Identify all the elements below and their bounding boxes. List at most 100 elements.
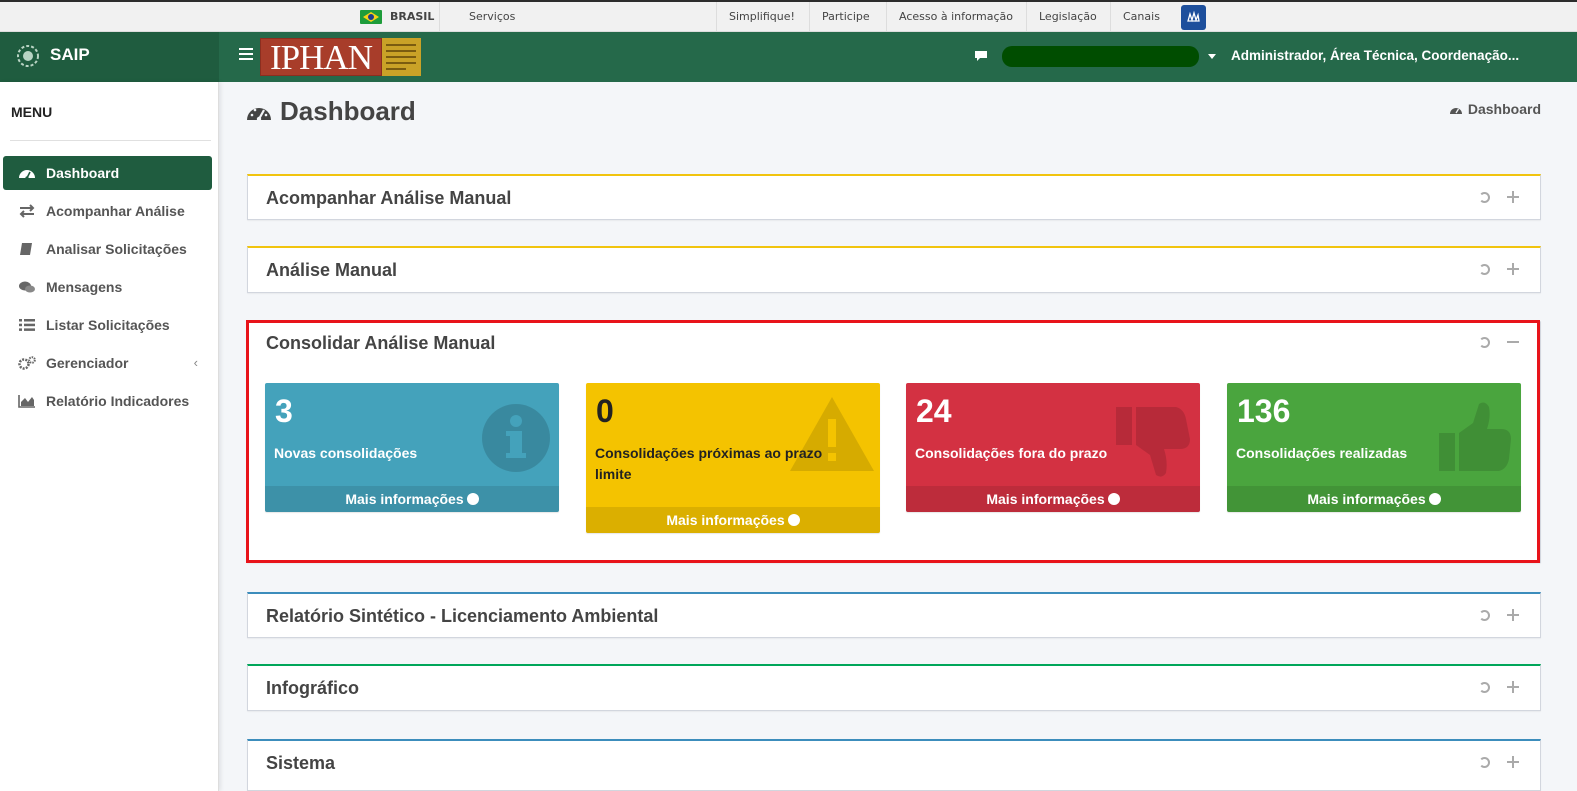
kpi-label: Consolidações fora do prazo	[915, 445, 1108, 461]
dashboard-icon	[1449, 108, 1462, 114]
box-acompanhar-analise-manual: Acompanhar Análise Manual	[247, 174, 1541, 220]
comments-icon	[19, 281, 35, 293]
legislacao-label: Legislação	[1039, 10, 1097, 23]
acesso-informacao-link[interactable]: Acesso à informação	[886, 2, 1025, 32]
kpi-label: Novas consolidações	[274, 445, 418, 461]
kpi-value: 24	[916, 393, 952, 429]
acesso-informacao-label: Acesso à informação	[899, 10, 1014, 23]
gov-bar: BRASIL Serviços Simplifique! Participe A…	[0, 0, 1577, 32]
simplifique-link[interactable]: Simplifique!	[716, 2, 807, 32]
sidebar-item-acompanhar-analise[interactable]: Acompanhar Análise	[3, 194, 212, 228]
expand-plus-icon[interactable]	[1506, 262, 1520, 276]
box-relatorio-sintetico: Relatório Sintético - Licenciamento Ambi…	[247, 592, 1541, 638]
chevron-left-icon: ‹	[193, 355, 198, 370]
expand-plus-icon[interactable]	[1506, 190, 1520, 204]
list-icon	[19, 319, 35, 331]
box-title: Relatório Sintético - Licenciamento Ambi…	[266, 606, 659, 626]
sidebar-item-label: Dashboard	[46, 165, 120, 181]
sidebar-item-label: Acompanhar Análise	[46, 203, 185, 219]
expand-plus-icon[interactable]	[1506, 608, 1520, 622]
more-info-label: Mais informações	[345, 491, 464, 507]
kpi-value: 3	[275, 393, 293, 429]
user-avatar-redacted[interactable]	[1002, 46, 1199, 67]
sidebar-item-label: Relatório Indicadores	[46, 393, 190, 409]
kpi-novas-consolidacoes: 3 Novas consolidações Mais informações	[265, 383, 559, 512]
box-title: Sistema	[266, 753, 336, 773]
vlibras-accessibility-icon[interactable]	[1181, 5, 1206, 30]
dashboard-icon	[19, 170, 35, 180]
simplifique-label: Simplifique!	[729, 10, 795, 23]
more-info-link[interactable]: Mais informações	[586, 507, 880, 533]
more-info-link[interactable]: Mais informações	[265, 486, 559, 512]
participe-label: Participe	[822, 10, 870, 23]
brasil-link[interactable]: BRASIL	[348, 2, 446, 32]
top-navbar: IPHAN Administrador, Área Técnica, Coord…	[219, 32, 1577, 82]
arrow-circle-right-icon	[787, 514, 800, 526]
box-analise-manual: Análise Manual	[247, 246, 1541, 293]
expand-plus-icon[interactable]	[1506, 680, 1520, 694]
kpi-proximas-prazo-limite: 0 Consolidações próximas ao prazo limite…	[586, 383, 880, 533]
kpi-value: 136	[1237, 393, 1291, 429]
box-title: Infográfico	[266, 678, 359, 698]
more-info-link[interactable]: Mais informações	[906, 486, 1200, 512]
kpi-label: Consolidações próximas ao prazo limite	[595, 445, 823, 482]
breadcrumb[interactable]: Dashboard	[1449, 101, 1541, 117]
box-infografico: Infográfico	[247, 664, 1541, 711]
breadcrumb-item: Dashboard	[1467, 101, 1541, 117]
cogs-icon	[18, 356, 36, 370]
kpi-label: Consolidações realizadas	[1236, 445, 1408, 461]
more-info-label: Mais informações	[1307, 491, 1426, 507]
sidebar-item-analisar-solicitacoes[interactable]: Analisar Solicitações	[3, 232, 212, 266]
box-title: Análise Manual	[266, 260, 398, 280]
legislacao-link[interactable]: Legislação	[1026, 2, 1109, 32]
sidebar-toggle-icon[interactable]	[239, 48, 253, 62]
arrow-circle-right-icon	[1107, 493, 1120, 505]
book-icon	[20, 243, 32, 255]
more-info-link[interactable]: Mais informações	[1227, 486, 1521, 512]
user-dropdown-caret-icon[interactable]	[1208, 54, 1216, 59]
menu-title: MENU	[11, 104, 53, 120]
canais-link[interactable]: Canais	[1110, 2, 1172, 32]
menu-divider	[10, 140, 211, 141]
messages-icon[interactable]	[974, 50, 988, 62]
exchange-icon	[19, 204, 35, 218]
sidebar-item-listar-solicitacoes[interactable]: Listar Solicitações	[3, 308, 212, 342]
area-chart-icon	[18, 395, 35, 408]
sidebar-item-gerenciador[interactable]: Gerenciador ‹	[3, 346, 212, 380]
refresh-icon[interactable]	[1479, 192, 1490, 203]
refresh-icon[interactable]	[1479, 757, 1490, 768]
thumbs-down-icon	[1116, 407, 1190, 477]
iphan-logo-text: IPHAN	[260, 38, 382, 77]
saip-logo-icon	[17, 45, 39, 67]
sidebar-item-mensagens[interactable]: Mensagens	[3, 270, 212, 304]
app-name: SAIP	[50, 45, 90, 64]
page-title: Dashboard	[246, 96, 416, 127]
refresh-icon[interactable]	[1479, 610, 1490, 621]
dashboard-icon	[247, 107, 271, 121]
user-profile-name[interactable]: Administrador, Área Técnica, Coordenação…	[1231, 48, 1519, 63]
services-link[interactable]: Serviços	[439, 2, 716, 32]
refresh-icon[interactable]	[1479, 264, 1490, 275]
sidebar-item-label: Gerenciador	[46, 355, 129, 371]
brazil-flag-icon	[360, 10, 382, 24]
arrow-circle-right-icon	[1428, 493, 1441, 505]
brand-area[interactable]: SAIP	[0, 32, 219, 82]
brasil-label: BRASIL	[390, 10, 435, 23]
canais-label: Canais	[1123, 10, 1160, 23]
kpi-fora-do-prazo: 24 Consolidações fora do prazo Mais info…	[906, 383, 1200, 512]
sidebar: MENU Dashboard Acompanhar Análise Analis…	[0, 82, 219, 791]
refresh-icon[interactable]	[1479, 682, 1490, 693]
participe-link[interactable]: Participe	[809, 2, 882, 32]
arrow-circle-right-icon	[466, 493, 479, 505]
sidebar-item-relatorio-indicadores[interactable]: Relatório Indicadores	[3, 384, 212, 418]
page-title-text: Dashboard	[280, 96, 416, 126]
kpi-realizadas: 136 Consolidações realizadas Mais inform…	[1227, 383, 1521, 512]
expand-plus-icon[interactable]	[1506, 755, 1520, 769]
iphan-logo: IPHAN	[260, 38, 421, 77]
box-title: Acompanhar Análise Manual	[266, 188, 512, 208]
sidebar-item-dashboard[interactable]: Dashboard	[3, 156, 212, 190]
kpi-value: 0	[596, 393, 614, 429]
more-info-label: Mais informações	[986, 491, 1105, 507]
services-label: Serviços	[469, 10, 516, 23]
more-info-label: Mais informações	[666, 512, 785, 528]
